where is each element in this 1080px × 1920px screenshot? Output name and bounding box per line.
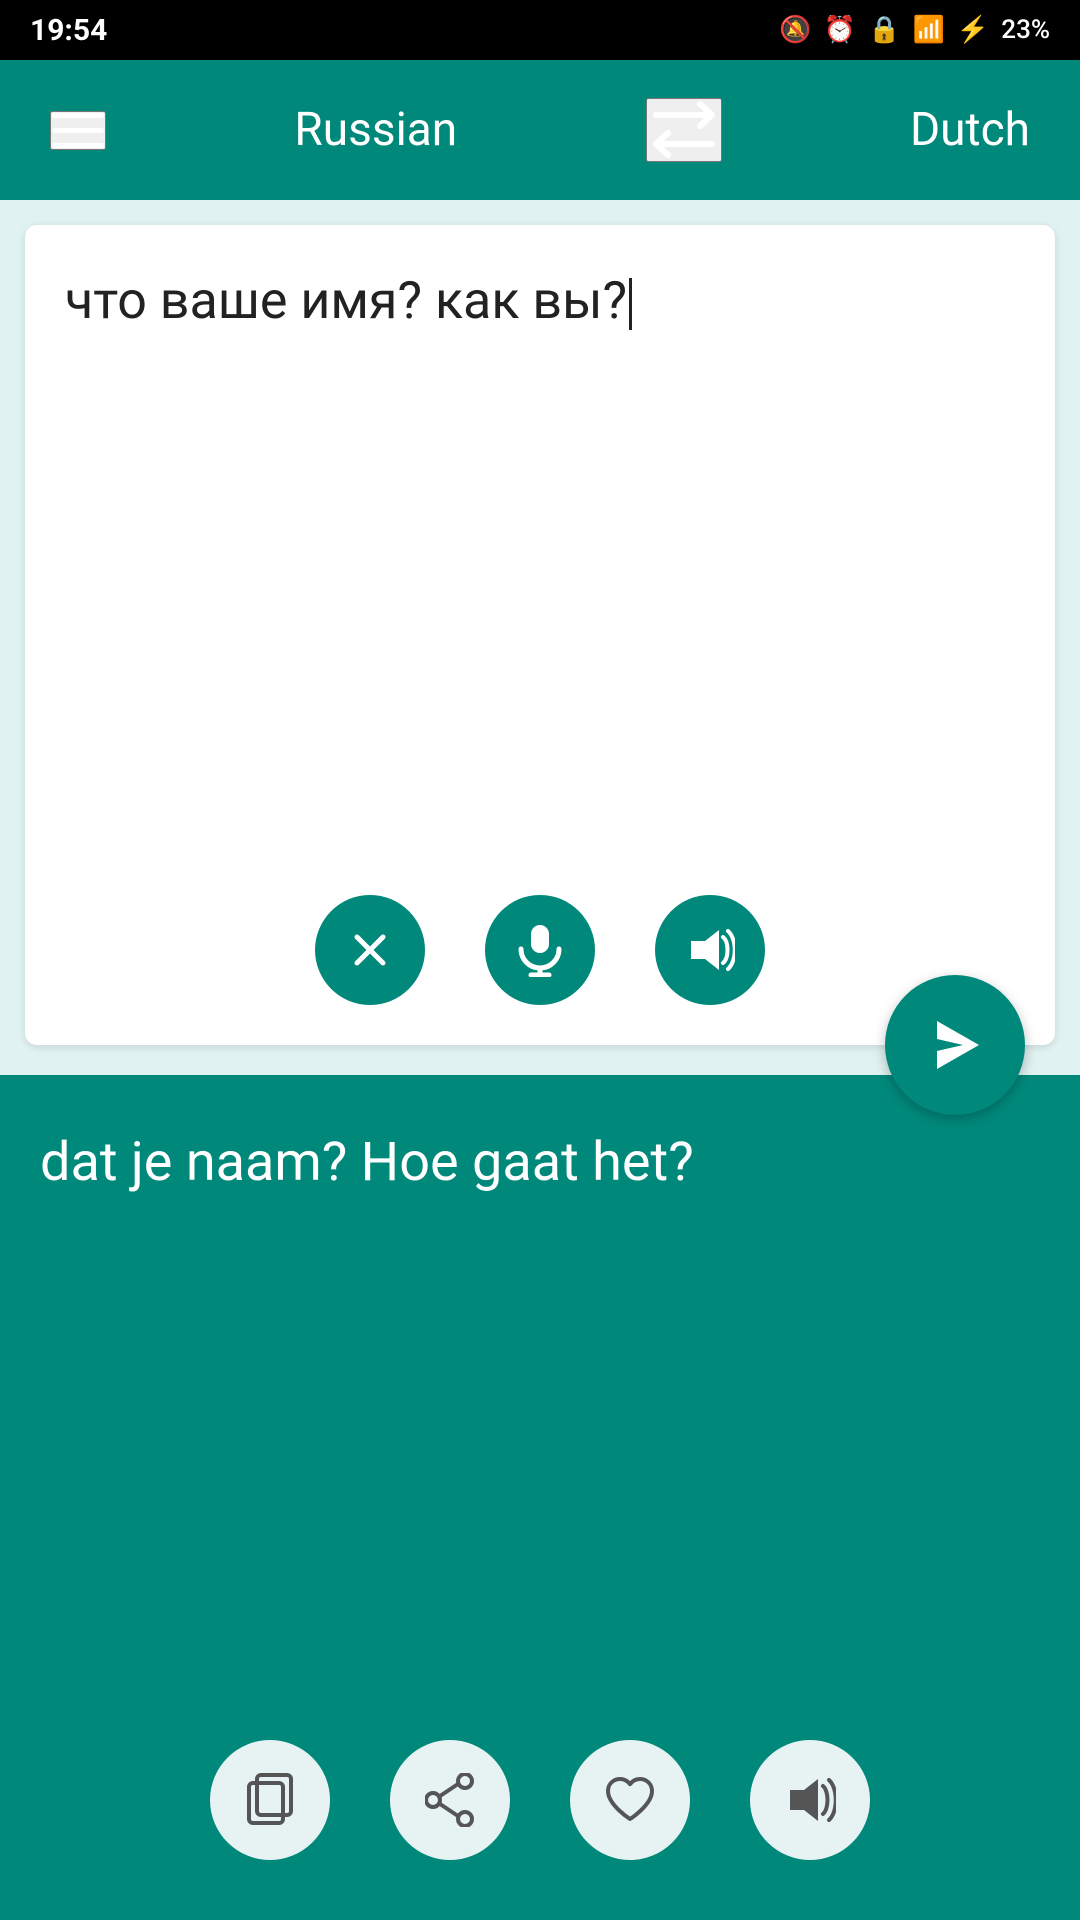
status-time: 19:54 — [30, 13, 107, 48]
share-button[interactable] — [390, 1740, 510, 1860]
battery-icon: ⚡ — [957, 15, 989, 45]
main-content: что ваше имя? как вы? — [0, 200, 1080, 1920]
text-cursor — [629, 278, 632, 330]
alarm-icon: ⏰ — [824, 15, 856, 45]
output-area: dat je naam? Hoe gaat het? — [0, 1075, 1080, 1920]
menu-line-1 — [52, 113, 104, 118]
status-bar: 19:54 🔕 ⏰ 🔒 📶 ⚡ 23% — [0, 0, 1080, 60]
toolbar: Russian Dutch — [0, 60, 1080, 200]
battery-percent: 23% — [1001, 15, 1050, 45]
source-language-label[interactable]: Russian — [294, 103, 457, 157]
speak-source-button[interactable] — [655, 895, 765, 1005]
input-area: что ваше имя? как вы? — [25, 225, 1055, 1045]
input-action-buttons — [65, 895, 1015, 1015]
menu-line-2 — [52, 128, 104, 133]
signal-icon: 📶 — [913, 15, 945, 45]
lock-icon: 🔒 — [868, 15, 900, 45]
favorite-button[interactable] — [570, 1740, 690, 1860]
bell-muted-icon: 🔕 — [779, 15, 811, 45]
source-text-value: что ваше имя? как вы? — [65, 270, 627, 331]
swap-languages-button[interactable] — [646, 98, 722, 162]
status-icons: 🔕 ⏰ 🔒 📶 ⚡ 23% — [779, 15, 1050, 45]
output-action-buttons — [40, 1740, 1040, 1880]
microphone-button[interactable] — [485, 895, 595, 1005]
send-translation-button[interactable] — [885, 975, 1025, 1115]
clear-button[interactable] — [315, 895, 425, 1005]
menu-button[interactable] — [50, 111, 106, 150]
target-language-label[interactable]: Dutch — [910, 103, 1030, 157]
menu-line-3 — [52, 143, 104, 148]
translated-text: dat je naam? Hoe gaat het? — [40, 1125, 1040, 1740]
source-text-input[interactable]: что ваше имя? как вы? — [65, 265, 1015, 895]
copy-button[interactable] — [210, 1740, 330, 1860]
speak-translation-button[interactable] — [750, 1740, 870, 1860]
